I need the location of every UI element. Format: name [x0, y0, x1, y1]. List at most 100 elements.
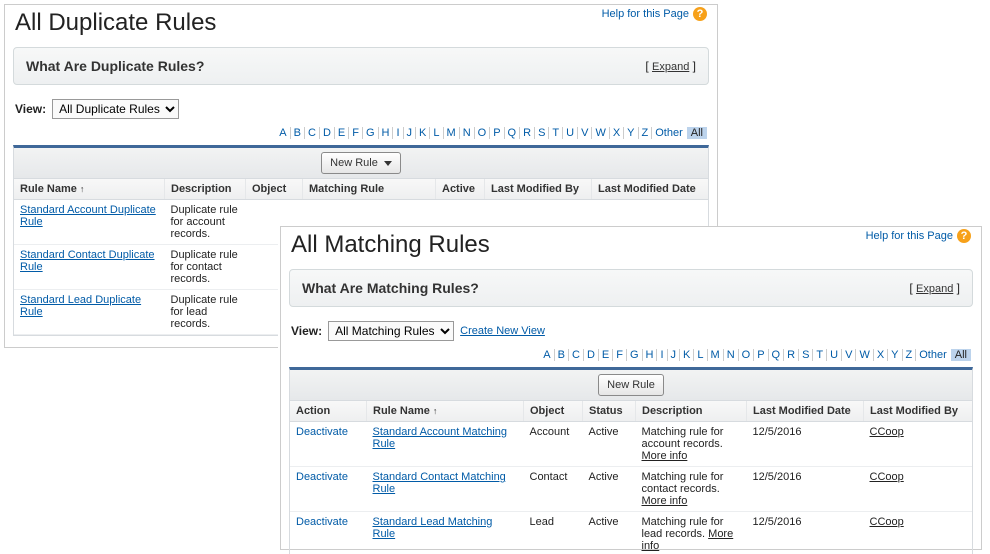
alpha-letter-p[interactable]: P: [490, 127, 504, 139]
rule-name-link[interactable]: Standard Contact Matching Rule: [373, 471, 506, 495]
new-rule-button[interactable]: New Rule: [321, 152, 401, 174]
col-object[interactable]: Object: [246, 179, 303, 200]
col-last-mod-by[interactable]: Last Modified By: [485, 179, 592, 200]
alpha-letter-g[interactable]: G: [363, 127, 379, 139]
alpha-letter-x[interactable]: X: [610, 127, 624, 139]
col-active[interactable]: Active: [436, 179, 485, 200]
alpha-letter-q[interactable]: Q: [769, 349, 785, 361]
rule-name-link[interactable]: Standard Account Matching Rule: [373, 426, 508, 450]
alpha-letter-t[interactable]: T: [813, 349, 827, 361]
deactivate-link[interactable]: Deactivate: [296, 471, 348, 483]
expand-link[interactable]: Expand: [916, 283, 953, 295]
create-new-view-link[interactable]: Create New View: [460, 325, 545, 337]
alpha-letter-x[interactable]: X: [874, 349, 888, 361]
alpha-letter-m[interactable]: M: [708, 349, 724, 361]
alpha-letter-s[interactable]: S: [535, 127, 549, 139]
help-link[interactable]: Help for this Page ?: [602, 7, 707, 21]
alpha-letter-b[interactable]: B: [555, 349, 569, 361]
alpha-letter-q[interactable]: Q: [505, 127, 521, 139]
last-mod-by-link[interactable]: CCoop: [870, 426, 904, 438]
more-info-link[interactable]: More info: [642, 450, 688, 462]
alpha-letter-k[interactable]: K: [416, 127, 430, 139]
new-rule-button[interactable]: New Rule: [598, 374, 664, 396]
alpha-letter-k[interactable]: K: [680, 349, 694, 361]
cell-description: Matching rule for contact records. More …: [636, 467, 747, 512]
help-link[interactable]: Help for this Page ?: [866, 229, 971, 243]
alpha-letter-e[interactable]: E: [335, 127, 349, 139]
col-rule-name[interactable]: Rule Name↑: [14, 179, 165, 200]
alpha-letter-m[interactable]: M: [444, 127, 460, 139]
alpha-letter-a[interactable]: A: [540, 349, 554, 361]
col-matching-rule[interactable]: Matching Rule: [303, 179, 436, 200]
alpha-letter-u[interactable]: U: [827, 349, 842, 361]
alpha-letter-c[interactable]: C: [305, 127, 320, 139]
alpha-letter-c[interactable]: C: [569, 349, 584, 361]
col-last-mod-date[interactable]: Last Modified Date: [747, 401, 864, 422]
alpha-letter-j[interactable]: J: [404, 127, 417, 139]
alpha-letter-p[interactable]: P: [754, 349, 768, 361]
alpha-letter-h[interactable]: H: [643, 349, 658, 361]
alpha-letter-w[interactable]: W: [592, 127, 609, 139]
alpha-letter-v[interactable]: V: [842, 349, 856, 361]
alpha-letter-d[interactable]: D: [584, 349, 599, 361]
alpha-letter-i[interactable]: I: [393, 127, 403, 139]
alpha-letter-r[interactable]: R: [784, 349, 799, 361]
alpha-letter-n[interactable]: N: [724, 349, 739, 361]
alpha-letter-s[interactable]: S: [799, 349, 813, 361]
last-mod-by-link[interactable]: CCoop: [870, 516, 904, 528]
rule-name-link[interactable]: Standard Lead Matching Rule: [373, 516, 493, 540]
col-action[interactable]: Action: [290, 401, 367, 422]
alpha-other[interactable]: Other: [652, 127, 686, 139]
alpha-letter-f[interactable]: F: [349, 127, 363, 139]
alpha-letter-y[interactable]: Y: [888, 349, 902, 361]
alpha-letter-h[interactable]: H: [379, 127, 394, 139]
alpha-other[interactable]: Other: [916, 349, 950, 361]
view-row: View: All Matching Rules Create New View: [281, 317, 981, 345]
rule-name-link[interactable]: Standard Account Duplicate Rule: [20, 204, 156, 228]
alpha-letter-o[interactable]: O: [475, 127, 491, 139]
deactivate-link[interactable]: Deactivate: [296, 426, 348, 438]
more-info-link[interactable]: More info: [642, 495, 688, 507]
col-object[interactable]: Object: [524, 401, 583, 422]
new-rule-label: New Rule: [607, 379, 655, 391]
col-last-mod-date[interactable]: Last Modified Date: [592, 179, 709, 200]
alpha-letter-g[interactable]: G: [627, 349, 643, 361]
deactivate-link[interactable]: Deactivate: [296, 516, 348, 528]
alpha-letter-y[interactable]: Y: [624, 127, 638, 139]
alpha-letter-a[interactable]: A: [276, 127, 290, 139]
alpha-letter-r[interactable]: R: [520, 127, 535, 139]
alpha-letter-l[interactable]: L: [694, 349, 707, 361]
alpha-letter-i[interactable]: I: [657, 349, 667, 361]
col-rule-name[interactable]: Rule Name↑: [367, 401, 524, 422]
alpha-letter-z[interactable]: Z: [639, 127, 653, 139]
alpha-letter-b[interactable]: B: [291, 127, 305, 139]
col-last-mod-by[interactable]: Last Modified By: [864, 401, 973, 422]
cell-status: Active: [583, 512, 636, 554]
last-mod-by-link[interactable]: CCoop: [870, 471, 904, 483]
rule-name-link[interactable]: Standard Lead Duplicate Rule: [20, 294, 141, 318]
alpha-letter-n[interactable]: N: [460, 127, 475, 139]
alpha-letter-e[interactable]: E: [599, 349, 613, 361]
alpha-letter-w[interactable]: W: [856, 349, 873, 361]
col-description[interactable]: Description: [165, 179, 246, 200]
col-description[interactable]: Description: [636, 401, 747, 422]
new-rule-label: New Rule: [330, 157, 378, 169]
expand-link[interactable]: Expand: [652, 61, 689, 73]
col-status[interactable]: Status: [583, 401, 636, 422]
view-select[interactable]: All Matching Rules: [328, 321, 454, 341]
view-select[interactable]: All Duplicate Rules: [52, 99, 179, 119]
alpha-letter-v[interactable]: V: [578, 127, 592, 139]
alpha-letter-f[interactable]: F: [613, 349, 627, 361]
alpha-letter-j[interactable]: J: [668, 349, 681, 361]
cell-last-mod-date: 12/5/2016: [747, 422, 864, 467]
alpha-letter-t[interactable]: T: [549, 127, 563, 139]
alpha-letter-l[interactable]: L: [430, 127, 443, 139]
more-info-link[interactable]: More info: [642, 528, 734, 552]
rule-name-link[interactable]: Standard Contact Duplicate Rule: [20, 249, 155, 273]
alpha-letter-o[interactable]: O: [739, 349, 755, 361]
alpha-letter-z[interactable]: Z: [903, 349, 917, 361]
alpha-all[interactable]: All: [951, 349, 971, 361]
alpha-letter-d[interactable]: D: [320, 127, 335, 139]
alpha-all[interactable]: All: [687, 127, 707, 139]
alpha-letter-u[interactable]: U: [563, 127, 578, 139]
